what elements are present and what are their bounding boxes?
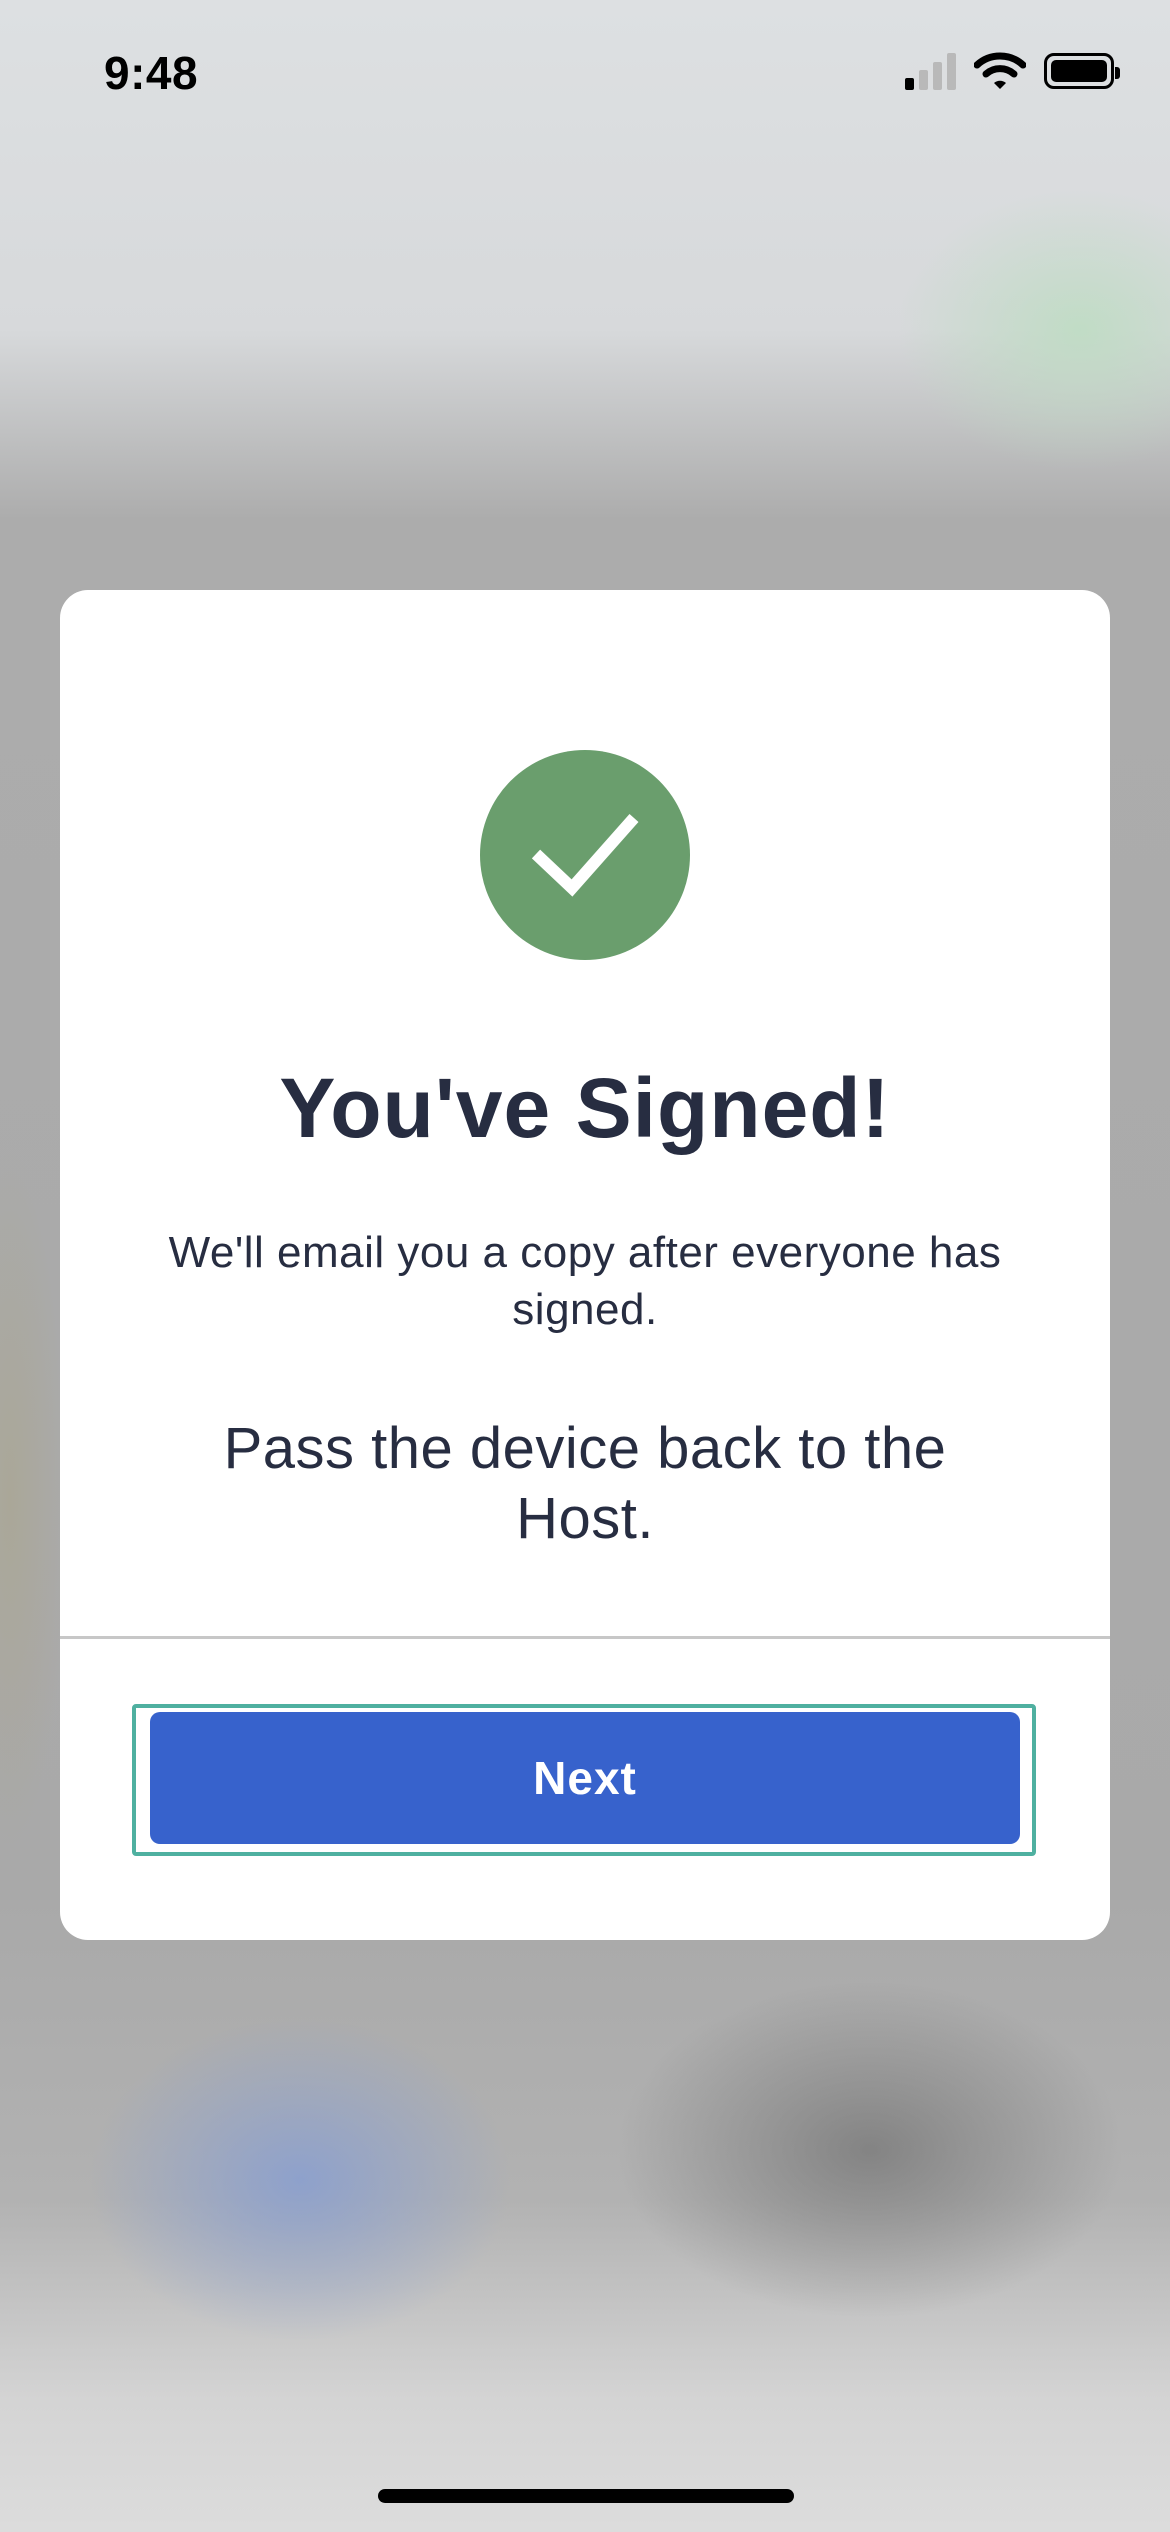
signed-confirmation-dialog: You've Signed! We'll email you a copy af…	[60, 590, 1110, 1940]
status-bar: 9:48	[0, 0, 1170, 140]
wifi-icon	[974, 52, 1026, 89]
status-icons	[905, 52, 1120, 90]
success-badge	[480, 750, 690, 960]
dialog-instruction: Pass the device back to the Host.	[223, 1416, 947, 1551]
checkmark-icon	[531, 814, 639, 897]
dialog-divider	[60, 1636, 1110, 1639]
status-time: 9:48	[104, 47, 199, 99]
battery-icon	[1044, 53, 1120, 89]
cellular-signal-icon	[905, 52, 956, 90]
next-button[interactable]: Next	[150, 1712, 1020, 1844]
dialog-title: You've Signed!	[279, 1061, 891, 1155]
dialog-subtitle: We'll email you a copy after everyone ha…	[168, 1228, 1002, 1334]
home-indicator[interactable]	[378, 2489, 794, 2503]
